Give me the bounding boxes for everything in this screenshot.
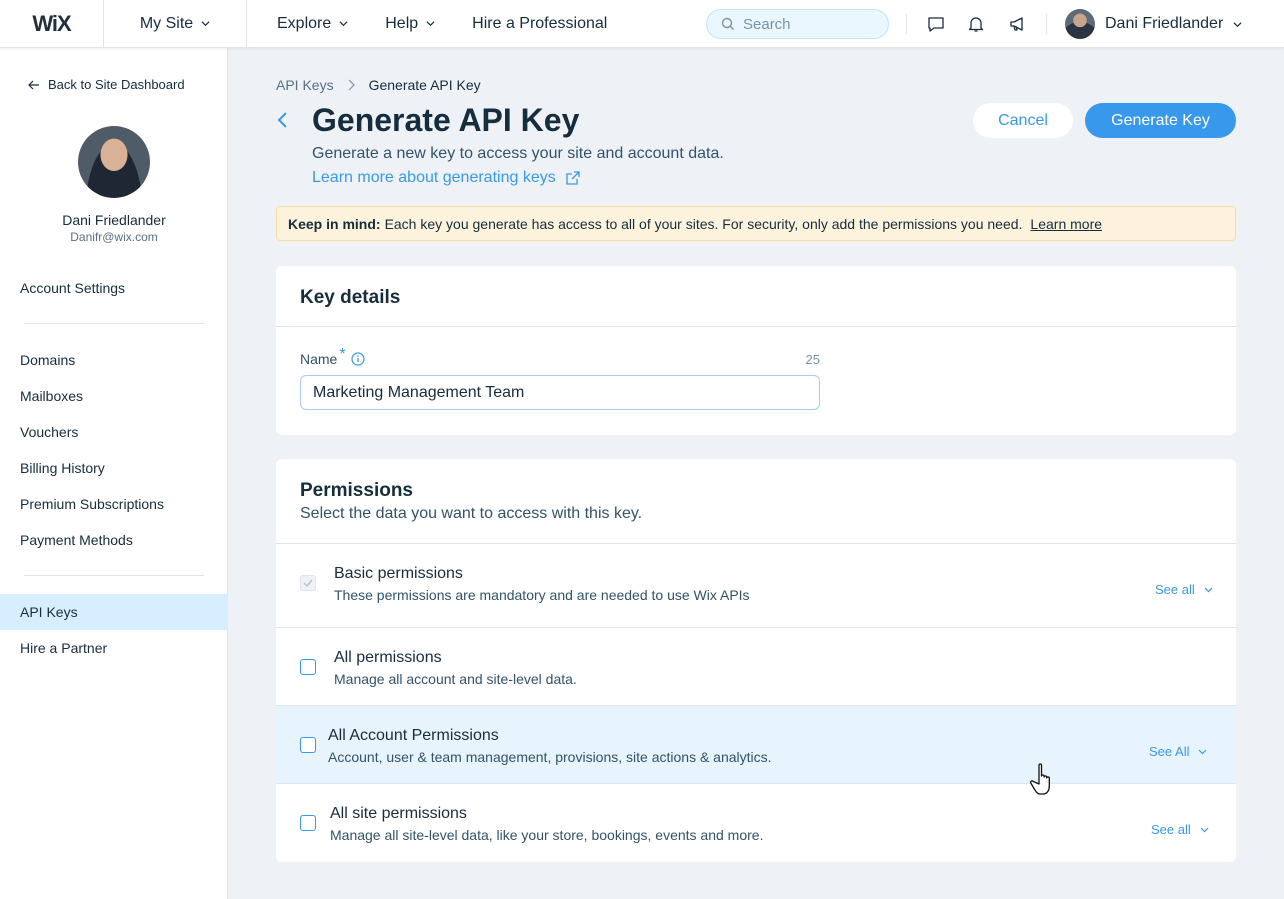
sidebar-divider	[24, 323, 204, 324]
chevron-down-icon	[1204, 587, 1213, 592]
external-link-icon	[566, 171, 580, 185]
page-title: Generate API Key	[312, 102, 580, 138]
char-count: 25	[805, 352, 820, 367]
avatar	[1065, 9, 1095, 39]
nav-explore[interactable]: Explore	[277, 15, 348, 33]
nav-help-label: Help	[385, 14, 419, 32]
permission-row-site[interactable]: All site permissions Manage all site-lev…	[276, 783, 1236, 861]
sidebar-item-domains[interactable]: Domains	[20, 352, 75, 368]
generate-key-button[interactable]: Generate Key	[1085, 103, 1236, 138]
permission-title: All site permissions	[330, 805, 467, 822]
nav-hire-professional[interactable]: Hire a Professional	[472, 15, 607, 33]
sidebar-item-vouchers[interactable]: Vouchers	[20, 424, 78, 440]
notice-bold: Keep in mind:	[288, 215, 381, 232]
chevron-down-icon	[1200, 827, 1209, 832]
permission-title: All Account Permissions	[328, 727, 499, 744]
key-details-title: Key details	[300, 287, 401, 308]
permission-title: All permissions	[334, 649, 442, 666]
divider	[906, 14, 907, 34]
top-nav: Explore Help Hire a Professional	[247, 0, 644, 48]
notice-text: Each key you generate has access to all …	[384, 215, 1023, 232]
see-all-label: See all	[1151, 822, 1191, 837]
keep-in-mind-notice: Keep in mind: Each key you generate has …	[276, 206, 1236, 241]
key-details-card: Key details Name * 25	[276, 266, 1236, 435]
sidebar-divider	[24, 575, 204, 576]
permissions-card: Permissions Select the data you want to …	[276, 459, 1236, 862]
user-menu[interactable]: Dani Friedlander	[1065, 9, 1242, 39]
name-label: Name	[300, 351, 338, 367]
notice-learn-more-link[interactable]: Learn more	[1030, 216, 1102, 232]
back-to-dashboard-link[interactable]: Back to Site Dashboard	[28, 77, 185, 92]
sidebar-item-billing-history[interactable]: Billing History	[20, 460, 105, 476]
profile-email: Danifr@wix.com	[70, 230, 158, 244]
profile-avatar	[78, 126, 150, 198]
sidebar-item-mailboxes[interactable]: Mailboxes	[20, 388, 83, 404]
name-field-label: Name *	[300, 346, 365, 368]
wix-logo[interactable]: WiX	[0, 0, 104, 48]
permissions-description: Select the data you want to access with …	[300, 505, 643, 522]
chevron-down-icon	[339, 21, 348, 27]
see-all-link[interactable]: See All	[1149, 744, 1207, 759]
top-bar: WiX My Site Explore Help Hire a Professi…	[0, 0, 1284, 48]
chevron-left-icon[interactable]	[274, 111, 292, 129]
all-permissions-checkbox[interactable]	[300, 659, 316, 675]
megaphone-icon[interactable]	[1008, 14, 1028, 34]
page-subtitle: Generate a new key to access your site a…	[312, 145, 724, 162]
chevron-down-icon	[426, 21, 435, 27]
info-icon[interactable]	[350, 352, 365, 366]
sidebar-item-premium-subscriptions[interactable]: Premium Subscriptions	[20, 496, 164, 512]
bell-icon[interactable]	[966, 14, 986, 34]
divider	[1046, 14, 1047, 34]
sidebar-item-payment-methods[interactable]: Payment Methods	[20, 532, 133, 548]
permission-desc: These permissions are mandatory and are …	[334, 587, 750, 603]
nav-explore-label: Explore	[277, 14, 332, 32]
search-input[interactable]: Search	[706, 9, 889, 39]
breadcrumb: API Keys Generate API Key	[276, 77, 481, 93]
learn-more-link[interactable]: Learn more about generating keys	[312, 169, 580, 187]
cancel-button[interactable]: Cancel	[973, 103, 1073, 138]
permissions-title: Permissions	[300, 480, 413, 501]
see-all-link[interactable]: See all	[1151, 822, 1209, 837]
permission-row-basic[interactable]: Basic permissions These permissions are …	[276, 543, 1236, 621]
sidebar-item-hire-partner[interactable]: Hire a Partner	[20, 640, 107, 656]
profile-name: Dani Friedlander	[62, 212, 166, 228]
chevron-down-icon	[1199, 749, 1207, 754]
search-icon	[721, 17, 734, 30]
breadcrumb-current: Generate API Key	[368, 77, 481, 93]
site-selector[interactable]: My Site	[104, 0, 247, 48]
permission-row-all[interactable]: All permissions Manage all account and s…	[276, 627, 1236, 705]
checkmark-icon	[303, 579, 313, 587]
nav-hire-professional-label: Hire a Professional	[472, 14, 608, 32]
site-selector-label: My Site	[139, 14, 194, 32]
permission-desc: Account, user & team management, provisi…	[328, 749, 772, 765]
arrow-left-icon	[28, 80, 39, 89]
see-all-link[interactable]: See all	[1155, 582, 1213, 597]
account-permissions-checkbox[interactable]	[300, 737, 316, 753]
sidebar: Back to Site Dashboard Dani Friedlander …	[0, 48, 228, 899]
card-divider	[276, 326, 1236, 327]
learn-more-label: Learn more about generating keys	[312, 169, 556, 186]
back-label: Back to Site Dashboard	[48, 77, 185, 92]
required-mark: *	[339, 346, 346, 363]
permission-row-account[interactable]: All Account Permissions Account, user & …	[276, 705, 1236, 783]
chat-icon[interactable]	[926, 14, 946, 34]
chevron-right-icon	[348, 79, 355, 91]
user-name: Dani Friedlander	[1105, 15, 1224, 32]
chevron-down-icon	[201, 21, 210, 27]
chevron-down-icon	[1233, 21, 1242, 27]
basic-permissions-checkbox	[300, 575, 316, 591]
breadcrumb-parent[interactable]: API Keys	[276, 77, 334, 93]
nav-help[interactable]: Help	[385, 15, 435, 33]
key-name-input[interactable]	[300, 375, 820, 410]
permission-title: Basic permissions	[334, 565, 463, 582]
site-permissions-checkbox[interactable]	[300, 815, 316, 831]
hand-cursor-icon	[1030, 763, 1050, 795]
permission-desc: Manage all account and site-level data.	[334, 671, 577, 687]
permission-desc: Manage all site-level data, like your st…	[330, 827, 764, 843]
see-all-label: See all	[1155, 582, 1195, 597]
sidebar-item-account-settings[interactable]: Account Settings	[20, 280, 125, 296]
sidebar-item-api-keys[interactable]: API Keys	[20, 604, 78, 620]
see-all-label: See All	[1149, 744, 1190, 759]
search-placeholder: Search	[743, 15, 791, 33]
